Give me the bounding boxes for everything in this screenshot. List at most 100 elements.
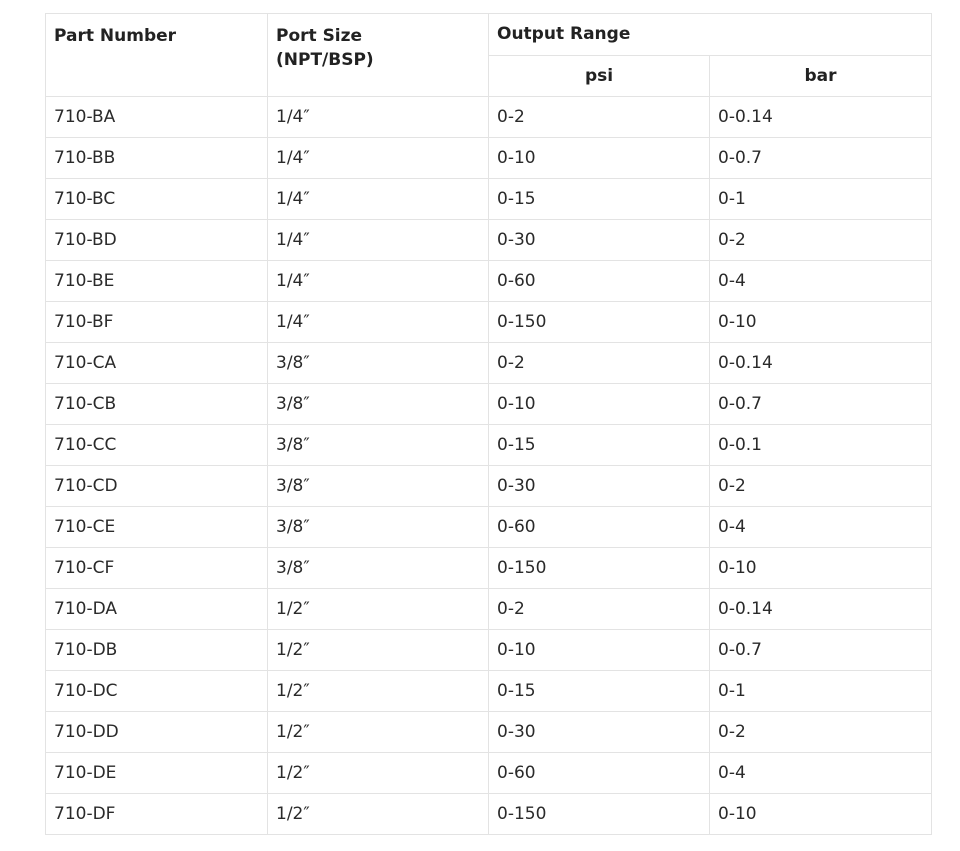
cell-port-size: 3/8″ bbox=[267, 424, 489, 466]
cell-port-size: 1/4″ bbox=[267, 178, 489, 220]
cell-psi: 0-30 bbox=[488, 711, 710, 753]
header-bar: bar bbox=[709, 55, 932, 97]
cell-psi: 0-60 bbox=[488, 506, 710, 548]
cell-psi: 0-150 bbox=[488, 793, 710, 835]
cell-psi: 0-30 bbox=[488, 219, 710, 261]
cell-bar: 0-1 bbox=[709, 178, 932, 220]
table-header: Part Number Port Size (NPT/BSP) Output R… bbox=[45, 13, 932, 97]
cell-port-size: 1/2″ bbox=[267, 711, 489, 753]
cell-psi: 0-15 bbox=[488, 670, 710, 712]
cell-psi: 0-150 bbox=[488, 301, 710, 343]
cell-port-size: 1/4″ bbox=[267, 260, 489, 302]
cell-port-size: 1/2″ bbox=[267, 629, 489, 671]
spec-table-container: Part Number Port Size (NPT/BSP) Output R… bbox=[45, 13, 932, 835]
table-row: 710-DA 1/2″ 0-2 0-0.14 bbox=[45, 588, 932, 630]
cell-part-number: 710-CD bbox=[45, 465, 268, 507]
cell-part-number: 710-CB bbox=[45, 383, 268, 425]
table-row: 710-CD 3/8″ 0-30 0-2 bbox=[45, 465, 932, 507]
header-port-size-line1: Port Size bbox=[276, 26, 363, 46]
cell-port-size: 1/4″ bbox=[267, 301, 489, 343]
cell-port-size: 1/4″ bbox=[267, 137, 489, 179]
cell-port-size: 3/8″ bbox=[267, 506, 489, 548]
cell-part-number: 710-BC bbox=[45, 178, 268, 220]
cell-port-size: 3/8″ bbox=[267, 547, 489, 589]
table-row: 710-BA 1/4″ 0-2 0-0.14 bbox=[45, 96, 932, 138]
table-row: 710-CE 3/8″ 0-60 0-4 bbox=[45, 506, 932, 548]
cell-bar: 0-10 bbox=[709, 793, 932, 835]
table-row: 710-BF 1/4″ 0-150 0-10 bbox=[45, 301, 932, 343]
cell-port-size: 1/4″ bbox=[267, 219, 489, 261]
cell-psi: 0-60 bbox=[488, 752, 710, 794]
cell-port-size: 1/2″ bbox=[267, 793, 489, 835]
cell-bar: 0-2 bbox=[709, 711, 932, 753]
cell-part-number: 710-CF bbox=[45, 547, 268, 589]
cell-bar: 0-4 bbox=[709, 752, 932, 794]
cell-port-size: 3/8″ bbox=[267, 342, 489, 384]
cell-part-number: 710-CE bbox=[45, 506, 268, 548]
table-row: 710-CB 3/8″ 0-10 0-0.7 bbox=[45, 383, 932, 425]
cell-part-number: 710-BA bbox=[45, 96, 268, 138]
cell-part-number: 710-DD bbox=[45, 711, 268, 753]
cell-port-size: 3/8″ bbox=[267, 383, 489, 425]
header-row-top: Part Number Port Size (NPT/BSP) Output R… bbox=[45, 13, 932, 97]
table-row: 710-BE 1/4″ 0-60 0-4 bbox=[45, 260, 932, 302]
cell-bar: 0-0.7 bbox=[709, 137, 932, 179]
table-row: 710-BD 1/4″ 0-30 0-2 bbox=[45, 219, 932, 261]
cell-bar: 0-10 bbox=[709, 301, 932, 343]
cell-psi: 0-2 bbox=[488, 342, 710, 384]
cell-bar: 0-2 bbox=[709, 465, 932, 507]
cell-bar: 0-0.7 bbox=[709, 383, 932, 425]
spec-table: Part Number Port Size (NPT/BSP) Output R… bbox=[45, 13, 932, 835]
cell-port-size: 3/8″ bbox=[267, 465, 489, 507]
cell-part-number: 710-BE bbox=[45, 260, 268, 302]
table-row: 710-DF 1/2″ 0-150 0-10 bbox=[45, 793, 932, 835]
cell-bar: 0-0.14 bbox=[709, 588, 932, 630]
cell-port-size: 1/4″ bbox=[267, 96, 489, 138]
header-port-size: Port Size (NPT/BSP) bbox=[267, 13, 489, 97]
cell-part-number: 710-BF bbox=[45, 301, 268, 343]
cell-psi: 0-30 bbox=[488, 465, 710, 507]
cell-psi: 0-10 bbox=[488, 629, 710, 671]
cell-part-number: 710-BB bbox=[45, 137, 268, 179]
table-row: 710-CC 3/8″ 0-15 0-0.1 bbox=[45, 424, 932, 466]
cell-port-size: 1/2″ bbox=[267, 752, 489, 794]
cell-part-number: 710-BD bbox=[45, 219, 268, 261]
header-part-number: Part Number bbox=[45, 13, 268, 97]
cell-bar: 0-0.7 bbox=[709, 629, 932, 671]
cell-part-number: 710-DB bbox=[45, 629, 268, 671]
header-port-size-line2: (NPT/BSP) bbox=[276, 50, 374, 70]
table-body: 710-BA 1/4″ 0-2 0-0.14 710-BB 1/4″ 0-10 0-0.7 71… bbox=[45, 96, 932, 835]
cell-part-number: 710-DC bbox=[45, 670, 268, 712]
cell-psi: 0-15 bbox=[488, 178, 710, 220]
cell-psi: 0-2 bbox=[488, 588, 710, 630]
header-psi: psi bbox=[488, 55, 710, 97]
cell-bar: 0-0.14 bbox=[709, 342, 932, 384]
cell-bar: 0-10 bbox=[709, 547, 932, 589]
cell-psi: 0-15 bbox=[488, 424, 710, 466]
table-row: 710-DD 1/2″ 0-30 0-2 bbox=[45, 711, 932, 753]
table-row: 710-BC 1/4″ 0-15 0-1 bbox=[45, 178, 932, 220]
cell-part-number: 710-CA bbox=[45, 342, 268, 384]
cell-psi: 0-10 bbox=[488, 137, 710, 179]
table-row: 710-BB 1/4″ 0-10 0-0.7 bbox=[45, 137, 932, 179]
header-output-range: Output Range bbox=[488, 13, 932, 56]
table-row: 710-CF 3/8″ 0-150 0-10 bbox=[45, 547, 932, 589]
cell-bar: 0-0.14 bbox=[709, 96, 932, 138]
cell-psi: 0-60 bbox=[488, 260, 710, 302]
table-row: 710-DE 1/2″ 0-60 0-4 bbox=[45, 752, 932, 794]
cell-psi: 0-10 bbox=[488, 383, 710, 425]
cell-bar: 0-4 bbox=[709, 260, 932, 302]
cell-psi: 0-150 bbox=[488, 547, 710, 589]
cell-part-number: 710-CC bbox=[45, 424, 268, 466]
cell-part-number: 710-DE bbox=[45, 752, 268, 794]
cell-port-size: 1/2″ bbox=[267, 588, 489, 630]
cell-bar: 0-2 bbox=[709, 219, 932, 261]
table-row: 710-DC 1/2″ 0-15 0-1 bbox=[45, 670, 932, 712]
cell-bar: 0-0.1 bbox=[709, 424, 932, 466]
cell-psi: 0-2 bbox=[488, 96, 710, 138]
cell-bar: 0-4 bbox=[709, 506, 932, 548]
cell-part-number: 710-DF bbox=[45, 793, 268, 835]
table-row: 710-DB 1/2″ 0-10 0-0.7 bbox=[45, 629, 932, 671]
table-row: 710-CA 3/8″ 0-2 0-0.14 bbox=[45, 342, 932, 384]
cell-bar: 0-1 bbox=[709, 670, 932, 712]
